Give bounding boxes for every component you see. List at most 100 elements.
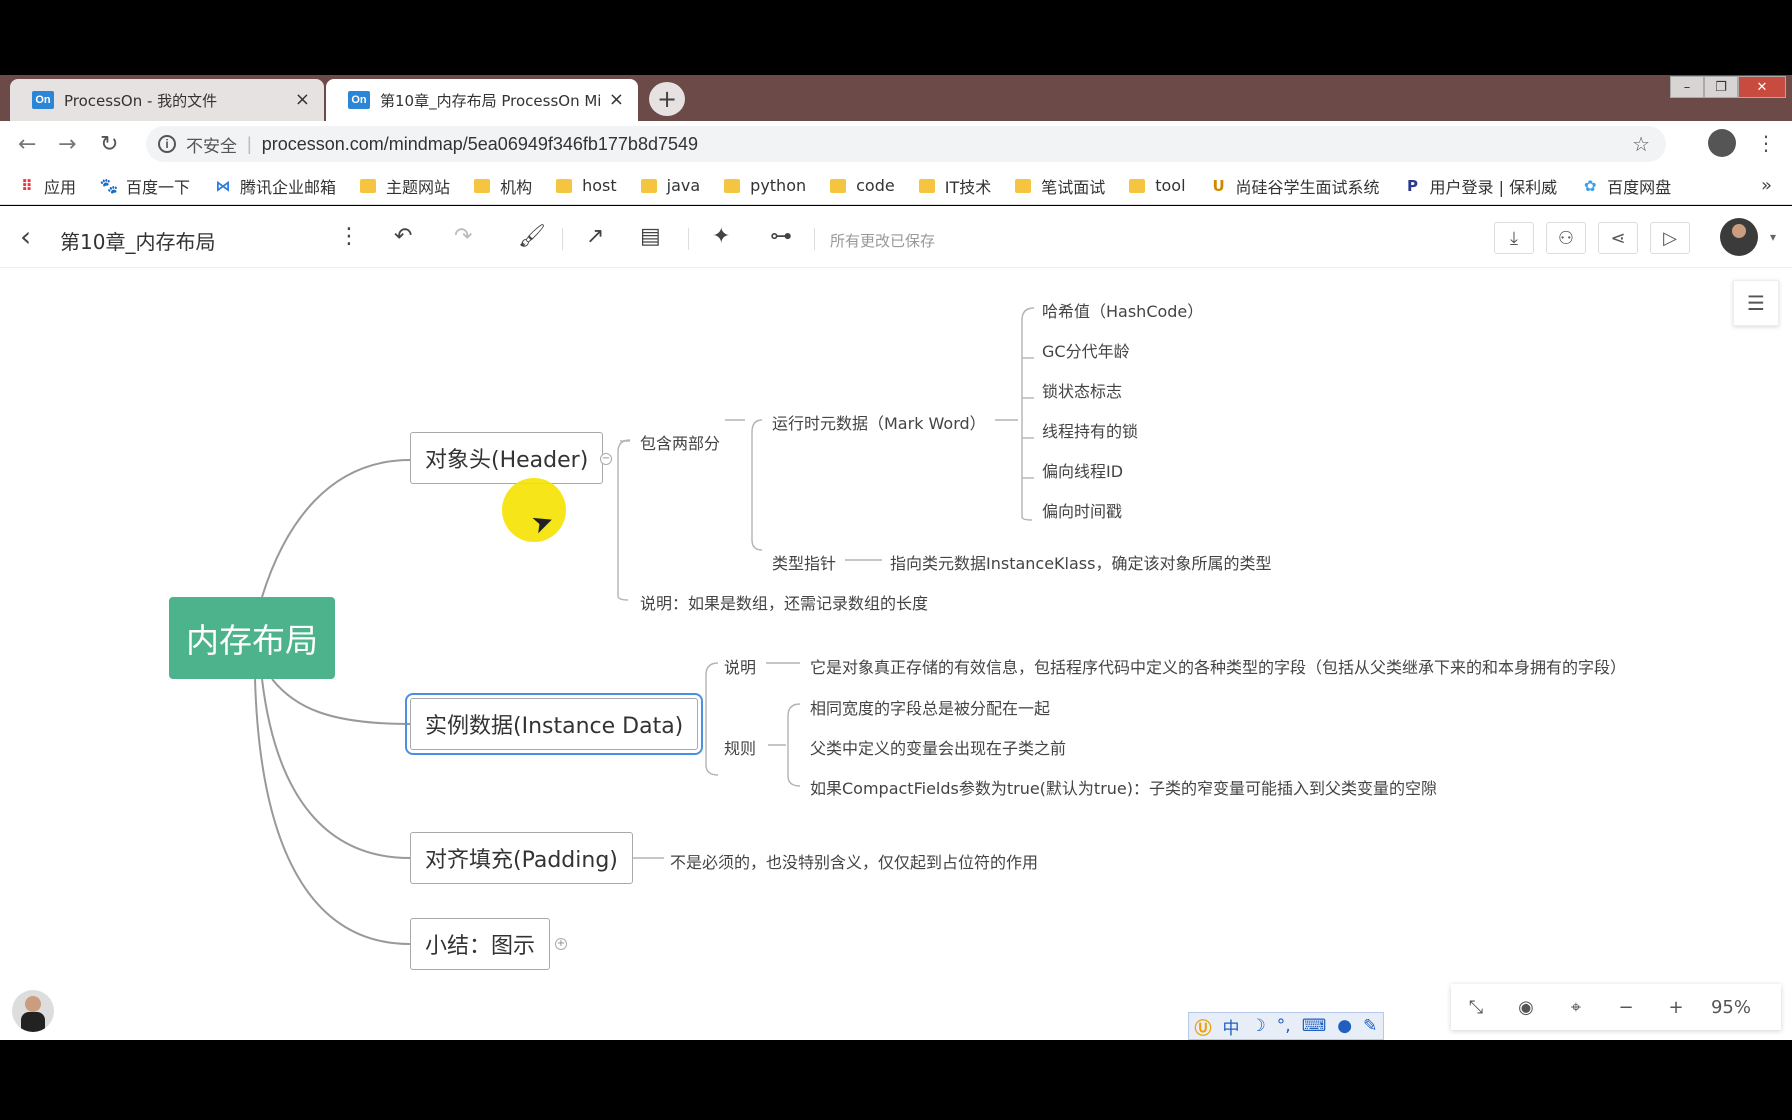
connector-line-icon[interactable]: ↗	[586, 224, 604, 249]
minimize-icon[interactable]: –	[1670, 76, 1704, 98]
node-type-pointer[interactable]: 类型指针	[772, 550, 836, 574]
fit-screen-icon[interactable]: ⤡	[1451, 997, 1501, 1018]
ime-punctuation-icon[interactable]: °,	[1277, 1016, 1291, 1036]
url-text[interactable]: processon.com/mindmap/5ea06949f346fb177b…	[262, 134, 698, 155]
screen: On ProcessOn - 我的文件 × On 第10章_内存布局 Proce…	[0, 0, 1792, 1120]
node-mark-word[interactable]: 运行时元数据（Mark Word）	[772, 410, 986, 434]
node-instance-data[interactable]: 实例数据(Instance Data)	[404, 693, 704, 755]
tab-close-icon[interactable]: ×	[609, 89, 624, 110]
share-icon[interactable]: ⋖	[1598, 222, 1638, 254]
maximize-icon[interactable]: ❐	[1704, 76, 1738, 98]
node-rule-item[interactable]: 如果CompactFields参数为true(默认为true)：子类的窄变量可能…	[810, 775, 1437, 799]
bookmark-item[interactable]: 🐾 百度一下	[100, 174, 190, 198]
layout-tree-icon[interactable]: ⊶	[770, 224, 792, 249]
account-avatar-icon[interactable]	[1708, 129, 1736, 157]
collaborate-icon[interactable]: ⚇	[1546, 222, 1586, 254]
ime-moon-icon[interactable]: ☽	[1251, 1016, 1266, 1036]
new-tab-button[interactable]: +	[649, 82, 685, 116]
node-array-note[interactable]: 说明：如果是数组，还需记录数组的长度	[640, 590, 928, 614]
back-arrow-icon[interactable]: ←	[18, 132, 36, 157]
redo-icon[interactable]: ↷	[454, 224, 472, 249]
node-mark-word-item[interactable]: GC分代年龄	[1042, 338, 1130, 362]
bookmark-item[interactable]: host	[556, 176, 617, 195]
node-instance-desc-label[interactable]: 说明	[724, 654, 756, 678]
browser-tab-processon-files[interactable]: On ProcessOn - 我的文件 ×	[10, 79, 324, 121]
tab-close-icon[interactable]: ×	[295, 89, 310, 110]
node-contains-two-parts[interactable]: 包含两部分	[640, 430, 720, 454]
eye-view-icon[interactable]: ◉	[1501, 997, 1551, 1018]
bookmark-label: 腾讯企业邮箱	[240, 177, 337, 197]
undo-icon[interactable]: ↶	[394, 224, 412, 249]
bookmark-item[interactable]: tool	[1129, 176, 1186, 195]
ime-chinese-mode-icon[interactable]: 中	[1223, 1014, 1240, 1039]
node-mark-word-item[interactable]: 线程持有的锁	[1042, 418, 1138, 442]
site-info-icon[interactable]: i	[158, 135, 176, 153]
app-toolbar: ‹ 第10章_内存布局 ⋮ ↶ ↷ 🖌 ↗ ▤ ✦ ⊶ 所有更改已保存 ⤓ ⚇ …	[0, 206, 1792, 268]
download-icon[interactable]: ⤓	[1494, 222, 1534, 254]
summary-icon[interactable]: ▤	[640, 224, 661, 249]
save-status: 所有更改已保存	[830, 232, 936, 250]
bookmark-item[interactable]: 机构	[474, 174, 532, 198]
tencent-mail-icon: ⋈	[215, 176, 231, 195]
bookmark-item[interactable]: python	[724, 176, 806, 195]
bookmark-item[interactable]: 主题网站	[360, 174, 450, 198]
connector-root-instance	[271, 678, 411, 725]
locate-pin-icon[interactable]: ⌖	[1551, 997, 1601, 1018]
presentation-play-icon[interactable]: ▷	[1650, 222, 1690, 254]
format-painter-icon[interactable]: 🖌	[518, 224, 546, 249]
browser-tab-mindmap[interactable]: On 第10章_内存布局 ProcessOn Mi ×	[326, 79, 638, 121]
root-node[interactable]: 内存布局	[169, 597, 335, 679]
node-summary[interactable]: 小结：图示	[410, 918, 551, 970]
bookmark-label: 百度一下	[126, 177, 191, 197]
bookmark-item[interactable]: ⋈ 腾讯企业邮箱	[214, 174, 337, 198]
zoom-in-button[interactable]: +	[1651, 997, 1701, 1018]
ime-logo-icon[interactable]: Ⓤ	[1195, 1014, 1212, 1039]
window-close-icon[interactable]: ✕	[1738, 76, 1786, 98]
forward-arrow-icon[interactable]: →	[58, 132, 76, 157]
document-title[interactable]: 第10章_内存布局	[60, 226, 215, 255]
node-mark-word-item[interactable]: 偏向线程ID	[1042, 458, 1123, 482]
mindmap-canvas[interactable]: 内存布局 对象头(Header) − 包含两部分 运行时元数据（Mark Wor…	[0, 268, 1792, 1040]
bookmark-item[interactable]: ✿ 百度网盘	[1581, 174, 1671, 198]
bookmark-item[interactable]: ⠿ 应用	[18, 174, 76, 198]
bookmark-item[interactable]: code	[830, 176, 895, 195]
ime-keyboard-icon[interactable]: ⌨	[1302, 1016, 1327, 1036]
node-padding-desc[interactable]: 不是必须的，也没特别含义，仅仅起到占位符的作用	[670, 849, 1038, 873]
more-options-icon[interactable]: ⋮	[338, 224, 360, 249]
node-type-pointer-desc[interactable]: 指向类元数据InstanceKlass，确定该对象所属的类型	[890, 550, 1271, 574]
zoom-out-button[interactable]: −	[1601, 997, 1651, 1018]
node-mark-word-item[interactable]: 偏向时间戳	[1042, 498, 1122, 522]
style-sparkle-icon[interactable]: ✦	[712, 224, 730, 249]
baidu-paw-icon: 🐾	[99, 176, 119, 195]
node-instance-desc[interactable]: 它是对象真正存储的有效信息，包括程序代码中定义的各种类型的字段（包括从父类继承下…	[810, 654, 1626, 678]
bookmark-item[interactable]: java	[640, 176, 700, 195]
folder-icon	[830, 178, 847, 193]
node-mark-word-item[interactable]: 锁状态标志	[1042, 378, 1122, 402]
user-avatar[interactable]	[1720, 218, 1758, 256]
node-mark-word-item[interactable]: 哈希值（HashCode）	[1042, 298, 1203, 322]
node-padding[interactable]: 对齐填充(Padding)	[410, 832, 633, 884]
node-object-header[interactable]: 对象头(Header)	[410, 432, 604, 484]
node-rule-item[interactable]: 父类中定义的变量会出现在子类之前	[810, 735, 1066, 759]
browser-menu-icon[interactable]: ⋮	[1756, 131, 1776, 155]
collapse-toggle-icon[interactable]: −	[600, 453, 612, 465]
bookmark-item[interactable]: 笔试面试	[1015, 174, 1105, 198]
url-omnibox[interactable]: i 不安全 | processon.com/mindmap/5ea06949f3…	[146, 126, 1666, 162]
bookmark-item[interactable]: U 尚硅谷学生面试系统	[1210, 174, 1379, 198]
back-chevron-icon[interactable]: ‹	[20, 220, 31, 253]
bookmark-item[interactable]: IT技术	[918, 174, 991, 198]
presenter-webcam	[12, 990, 54, 1032]
bookmark-item[interactable]: P 用户登录 | 保利威	[1404, 174, 1557, 198]
node-rule-item[interactable]: 相同宽度的字段总是被分配在一起	[810, 695, 1050, 719]
processon-favicon-icon: On	[348, 91, 370, 109]
reload-icon[interactable]: ↻	[100, 132, 118, 157]
chevron-down-icon[interactable]: ▾	[1770, 230, 1776, 244]
bookmarks-overflow-icon[interactable]: »	[1761, 175, 1772, 196]
node-rules-label[interactable]: 规则	[724, 735, 756, 759]
ime-user-icon[interactable]: ●	[1337, 1016, 1352, 1036]
ime-tools-icon[interactable]: ✎	[1363, 1016, 1377, 1036]
bookmark-star-icon[interactable]: ☆	[1632, 132, 1650, 157]
sliders-settings-icon[interactable]: ☰	[1733, 280, 1779, 326]
input-method-toolbar[interactable]: Ⓤ 中 ☽ °, ⌨ ● ✎	[1188, 1012, 1384, 1040]
expand-toggle-icon[interactable]: +	[555, 938, 567, 950]
